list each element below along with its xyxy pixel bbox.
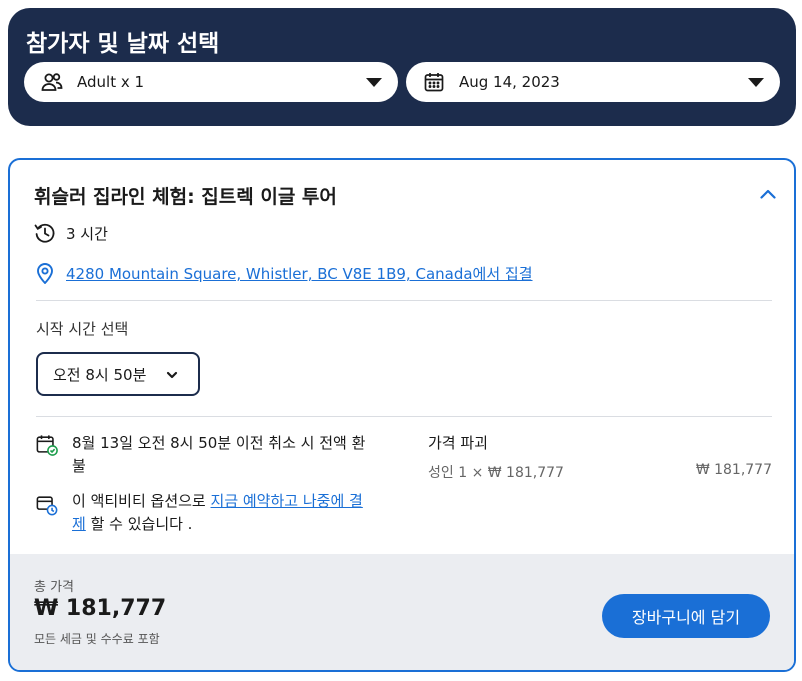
activity-title: 휘슬러 집라인 체험: 집트렉 이글 투어 <box>34 186 337 208</box>
meeting-point-link[interactable]: 4280 Mountain Square, Whistler, BC V8E 1… <box>66 263 533 284</box>
duration-clock-icon <box>34 222 56 244</box>
header-title: 참가자 및 날짜 선택 <box>26 31 220 57</box>
reserve-suffix: 할 수 있습니다 . <box>85 515 193 533</box>
reserve-prefix: 이 액티비티 옵션으로 <box>72 492 211 510</box>
add-to-cart-button[interactable]: 장바구니에 담기 <box>602 594 770 638</box>
guest-selector[interactable]: Adult x 1 <box>24 62 398 102</box>
divider <box>36 416 772 417</box>
location-pin-icon <box>34 262 56 284</box>
caret-down-icon <box>748 77 764 87</box>
price-line-amount: ₩ 181,777 <box>695 462 772 478</box>
caret-down-icon <box>366 77 382 87</box>
date-selector[interactable]: Aug 14, 2023 <box>406 62 780 102</box>
price-breakdown-title: 가격 파괴 <box>428 434 488 452</box>
guest-count: Adult x 1 <box>77 73 145 91</box>
total-price-label: 총 가격 <box>34 580 75 595</box>
chevron-down-icon <box>166 371 178 379</box>
pay-later-icon <box>36 494 58 516</box>
people-icon <box>41 71 63 93</box>
start-time-value: 오전 8시 50분 <box>53 365 147 384</box>
total-price-amount: ₩ 181,777 <box>34 596 167 621</box>
chevron-up-icon <box>760 189 776 199</box>
start-time-label: 시작 시간 선택 <box>36 320 129 338</box>
activity-option-card: 휘슬러 집라인 체험: 집트렉 이글 투어 3 시간 4280 Mountain… <box>8 158 796 672</box>
reserve-now-pay-later-text: 이 액티비티 옵션으로 지금 예약하고 나중에 결제 할 수 있습니다 . <box>72 490 372 536</box>
total-price-note: 모든 세금 및 수수료 포함 <box>34 632 160 646</box>
total-footer: 총 가격 ₩ 181,777 모든 세금 및 수수료 포함 장바구니에 담기 <box>10 554 794 670</box>
divider <box>36 300 772 301</box>
cancellation-policy: 8월 13일 오전 8시 50분 이전 취소 시 전액 환불 <box>72 434 366 475</box>
collapse-button[interactable] <box>758 184 778 204</box>
duration-text: 3 시간 <box>66 225 108 243</box>
selected-date: Aug 14, 2023 <box>459 73 560 91</box>
calendar-check-icon <box>36 434 58 456</box>
start-time-select[interactable]: 오전 8시 50분 <box>36 352 200 396</box>
price-line-label: 성인 1 × ₩ 181,777 <box>428 465 564 481</box>
calendar-icon <box>423 71 445 93</box>
participant-date-header: 참가자 및 날짜 선택 Adult x 1 Aug 14, 2023 <box>8 8 796 126</box>
